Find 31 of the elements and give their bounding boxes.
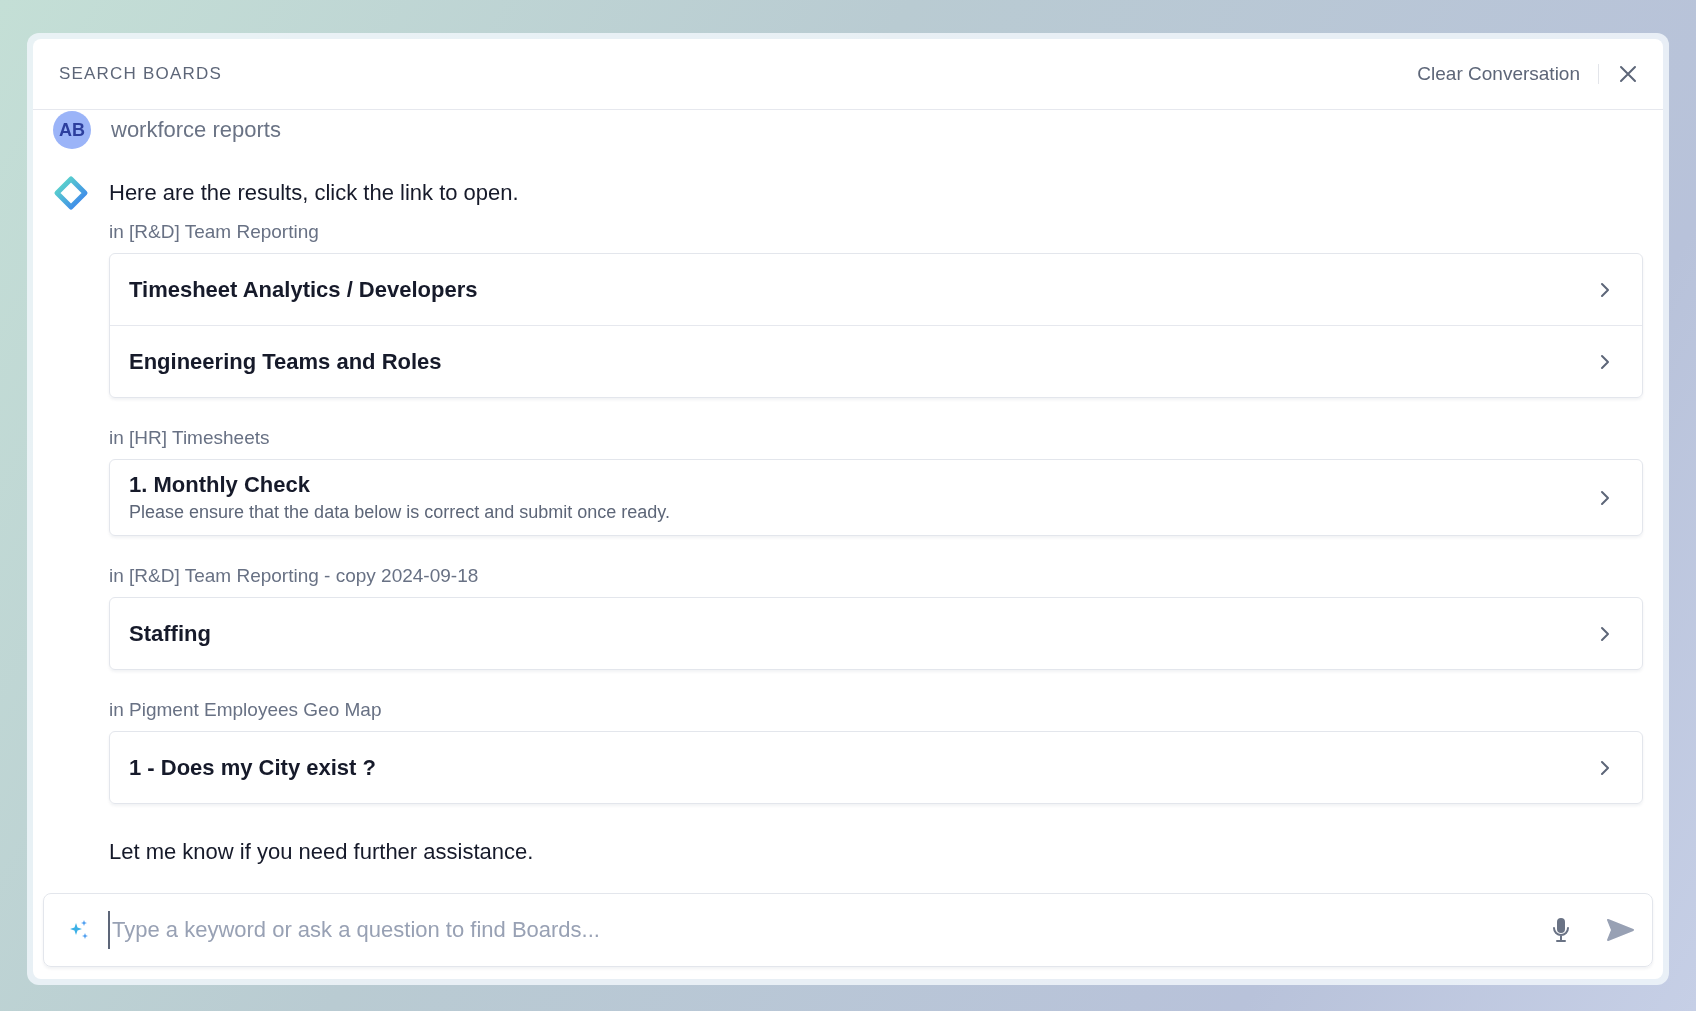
microphone-button[interactable] bbox=[1552, 917, 1570, 943]
chevron-right-icon bbox=[1600, 625, 1610, 642]
result-title: Engineering Teams and Roles bbox=[129, 348, 443, 375]
result-title: 1 - Does my City exist ? bbox=[129, 754, 377, 781]
result-item[interactable]: 1. Monthly Check Please ensure that the data below is correct and submit once ready. bbox=[110, 460, 1642, 535]
result-item[interactable]: 1 - Does my City exist ? bbox=[110, 732, 1642, 803]
board-label: in Pigment Employees Geo Map bbox=[109, 699, 383, 721]
assistant-message: Let me know if you need further assistance. bbox=[109, 839, 535, 865]
close-button[interactable] bbox=[1617, 63, 1639, 85]
chevron-right-icon bbox=[1600, 759, 1610, 776]
result-item[interactable]: Engineering Teams and Roles bbox=[110, 325, 1642, 397]
board-label: in [R&D] Team Reporting - copy 2024-09-18 bbox=[109, 565, 480, 587]
clear-conversation-button[interactable]: Clear Conversation bbox=[1417, 59, 1580, 89]
user-avatar: AB bbox=[53, 111, 91, 149]
search-field[interactable]: Type a keyword or ask a question to find Boards... bbox=[43, 893, 1653, 967]
board-label: in [HR] Timesheets bbox=[109, 427, 271, 449]
result-item[interactable]: Staffing bbox=[110, 598, 1642, 669]
result-description: Please ensure that the data below is correct and submit once ready. bbox=[129, 502, 671, 523]
send-button[interactable] bbox=[1606, 918, 1634, 942]
chevron-right-icon bbox=[1600, 353, 1610, 370]
diamond-logo-icon bbox=[53, 175, 89, 211]
board-label: in [R&D] Team Reporting bbox=[109, 221, 320, 243]
assistant-message: Here are the results, click the link to open. bbox=[109, 179, 520, 207]
result-title: 1. Monthly Check bbox=[129, 472, 311, 498]
result-item[interactable]: Timesheet Analytics / Developers bbox=[110, 254, 1642, 325]
user-message: workforce reports bbox=[111, 117, 281, 143]
chevron-right-icon bbox=[1600, 489, 1610, 506]
result-title: Staffing bbox=[129, 620, 212, 647]
panel-title: SEARCH BOARDS bbox=[59, 64, 223, 84]
result-title: Timesheet Analytics / Developers bbox=[129, 276, 479, 303]
chevron-right-icon bbox=[1600, 281, 1610, 298]
